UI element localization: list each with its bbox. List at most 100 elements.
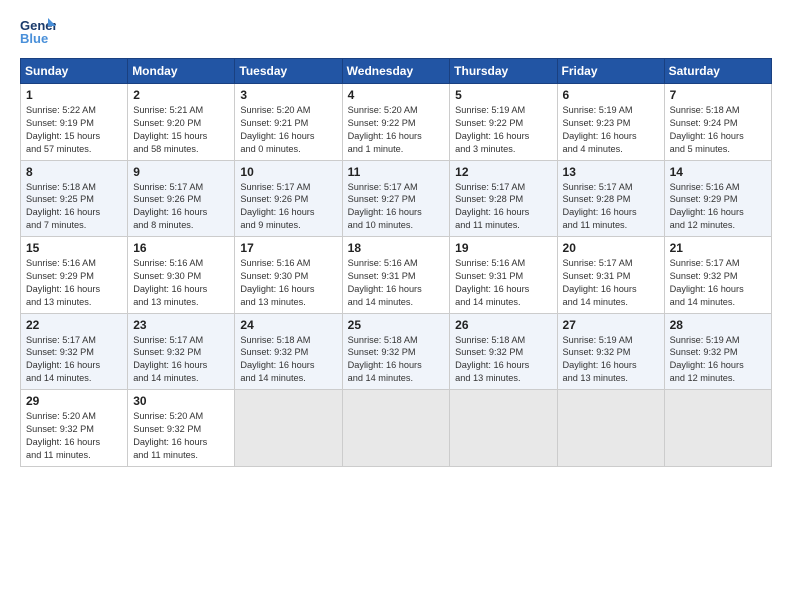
day-number: 24 — [240, 318, 336, 332]
calendar-cell: 9 Sunrise: 5:17 AM Sunset: 9:26 PM Daylig… — [128, 160, 235, 237]
day-info: Sunrise: 5:17 AM Sunset: 9:28 PM Dayligh… — [455, 181, 551, 233]
day-number: 9 — [133, 165, 229, 179]
day-number: 15 — [26, 241, 122, 255]
calendar-week-row: 8Sunrise: 5:18 AM Sunset: 9:25 PM Daylig… — [21, 160, 772, 237]
day-info: Sunrise: 5:16 AM Sunset: 9:31 PM Dayligh… — [348, 257, 445, 309]
calendar-cell — [450, 390, 557, 467]
day-number: 23 — [133, 318, 229, 332]
calendar-cell — [235, 390, 342, 467]
day-info: Sunrise: 5:19 AM Sunset: 9:32 PM Dayligh… — [670, 334, 766, 386]
day-number: 22 — [26, 318, 122, 332]
calendar-cell: 14 Sunrise: 5:16 AM Sunset: 9:29 PM Dayli… — [664, 160, 771, 237]
calendar-cell: 4 Sunrise: 5:20 AM Sunset: 9:22 PM Daylig… — [342, 84, 450, 161]
calendar-week-row: 15 Sunrise: 5:16 AM Sunset: 9:29 PM Dayli… — [21, 237, 772, 314]
day-info: Sunrise: 5:17 AM Sunset: 9:32 PM Dayligh… — [133, 334, 229, 386]
calendar-cell: 11 Sunrise: 5:17 AM Sunset: 9:27 PM Dayli… — [342, 160, 450, 237]
calendar-cell: 8Sunrise: 5:18 AM Sunset: 9:25 PM Daylig… — [21, 160, 128, 237]
day-number: 29 — [26, 394, 122, 408]
day-info: Sunrise: 5:20 AM Sunset: 9:32 PM Dayligh… — [133, 410, 229, 462]
calendar-cell: 27 Sunrise: 5:19 AM Sunset: 9:32 PM Dayli… — [557, 313, 664, 390]
day-info: Sunrise: 5:19 AM Sunset: 9:22 PM Dayligh… — [455, 104, 551, 156]
day-number: 25 — [348, 318, 445, 332]
calendar-table: SundayMondayTuesdayWednesdayThursdayFrid… — [20, 58, 772, 467]
calendar-cell: 26 Sunrise: 5:18 AM Sunset: 9:32 PM Dayli… — [450, 313, 557, 390]
day-number: 26 — [455, 318, 551, 332]
calendar-cell: 30Sunrise: 5:20 AM Sunset: 9:32 PM Dayli… — [128, 390, 235, 467]
day-number: 19 — [455, 241, 551, 255]
weekday-header: Friday — [557, 59, 664, 84]
calendar-week-row: 29 Sunrise: 5:20 AM Sunset: 9:32 PM Dayli… — [21, 390, 772, 467]
day-info: Sunrise: 5:20 AM Sunset: 9:22 PM Dayligh… — [348, 104, 445, 156]
calendar-cell: 22 Sunrise: 5:17 AM Sunset: 9:32 PM Dayli… — [21, 313, 128, 390]
weekday-header: Thursday — [450, 59, 557, 84]
day-info: Sunrise: 5:17 AM Sunset: 9:32 PM Dayligh… — [26, 334, 122, 386]
day-info: Sunrise: 5:18 AM Sunset: 9:24 PM Dayligh… — [670, 104, 766, 156]
day-number: 3 — [240, 88, 336, 102]
logo: General Blue — [20, 16, 56, 46]
day-info: Sunrise: 5:21 AM Sunset: 9:20 PM Dayligh… — [133, 104, 229, 156]
day-number: 12 — [455, 165, 551, 179]
calendar-cell: 1 Sunrise: 5:22 AM Sunset: 9:19 PM Daylig… — [21, 84, 128, 161]
calendar-cell: 25 Sunrise: 5:18 AM Sunset: 9:32 PM Dayli… — [342, 313, 450, 390]
day-number: 8 — [26, 165, 122, 179]
weekday-header: Saturday — [664, 59, 771, 84]
day-info: Sunrise: 5:16 AM Sunset: 9:30 PM Dayligh… — [133, 257, 229, 309]
day-info: Sunrise: 5:17 AM Sunset: 9:31 PM Dayligh… — [563, 257, 659, 309]
calendar-week-row: 22 Sunrise: 5:17 AM Sunset: 9:32 PM Dayli… — [21, 313, 772, 390]
day-info: Sunrise: 5:19 AM Sunset: 9:32 PM Dayligh… — [563, 334, 659, 386]
day-number: 5 — [455, 88, 551, 102]
calendar-cell: 5 Sunrise: 5:19 AM Sunset: 9:22 PM Daylig… — [450, 84, 557, 161]
calendar-cell: 24Sunrise: 5:18 AM Sunset: 9:32 PM Dayli… — [235, 313, 342, 390]
day-number: 14 — [670, 165, 766, 179]
calendar-cell: 2 Sunrise: 5:21 AM Sunset: 9:20 PM Daylig… — [128, 84, 235, 161]
day-info: Sunrise: 5:17 AM Sunset: 9:28 PM Dayligh… — [563, 181, 659, 233]
header: General Blue — [20, 16, 772, 46]
calendar-cell: 18 Sunrise: 5:16 AM Sunset: 9:31 PM Dayli… — [342, 237, 450, 314]
day-number: 18 — [348, 241, 445, 255]
day-number: 16 — [133, 241, 229, 255]
calendar-cell: 10 Sunrise: 5:17 AM Sunset: 9:26 PM Dayli… — [235, 160, 342, 237]
day-info: Sunrise: 5:20 AM Sunset: 9:21 PM Dayligh… — [240, 104, 336, 156]
day-number: 21 — [670, 241, 766, 255]
calendar-cell: 16 Sunrise: 5:16 AM Sunset: 9:30 PM Dayli… — [128, 237, 235, 314]
day-number: 27 — [563, 318, 659, 332]
day-info: Sunrise: 5:19 AM Sunset: 9:23 PM Dayligh… — [563, 104, 659, 156]
day-number: 20 — [563, 241, 659, 255]
weekday-header: Wednesday — [342, 59, 450, 84]
calendar-cell: 28 Sunrise: 5:19 AM Sunset: 9:32 PM Dayli… — [664, 313, 771, 390]
day-info: Sunrise: 5:16 AM Sunset: 9:29 PM Dayligh… — [26, 257, 122, 309]
calendar-cell — [557, 390, 664, 467]
calendar-cell: 12 Sunrise: 5:17 AM Sunset: 9:28 PM Dayli… — [450, 160, 557, 237]
day-info: Sunrise: 5:20 AM Sunset: 9:32 PM Dayligh… — [26, 410, 122, 462]
day-number: 28 — [670, 318, 766, 332]
calendar-week-row: 1 Sunrise: 5:22 AM Sunset: 9:19 PM Daylig… — [21, 84, 772, 161]
day-number: 4 — [348, 88, 445, 102]
day-info: Sunrise: 5:22 AM Sunset: 9:19 PM Dayligh… — [26, 104, 122, 156]
calendar-cell: 29 Sunrise: 5:20 AM Sunset: 9:32 PM Dayli… — [21, 390, 128, 467]
calendar-cell: 19 Sunrise: 5:16 AM Sunset: 9:31 PM Dayli… — [450, 237, 557, 314]
svg-text:Blue: Blue — [20, 31, 48, 46]
day-info: Sunrise: 5:17 AM Sunset: 9:26 PM Dayligh… — [133, 181, 229, 233]
day-info: Sunrise: 5:17 AM Sunset: 9:32 PM Dayligh… — [670, 257, 766, 309]
calendar-cell — [342, 390, 450, 467]
calendar-cell: 23 Sunrise: 5:17 AM Sunset: 9:32 PM Dayli… — [128, 313, 235, 390]
day-info: Sunrise: 5:18 AM Sunset: 9:32 PM Dayligh… — [455, 334, 551, 386]
day-info: Sunrise: 5:16 AM Sunset: 9:29 PM Dayligh… — [670, 181, 766, 233]
day-info: Sunrise: 5:18 AM Sunset: 9:32 PM Dayligh… — [348, 334, 445, 386]
day-number: 2 — [133, 88, 229, 102]
day-info: Sunrise: 5:16 AM Sunset: 9:31 PM Dayligh… — [455, 257, 551, 309]
page: General Blue SundayMondayTuesdayWednesda… — [0, 0, 792, 612]
calendar-cell — [664, 390, 771, 467]
calendar-cell: 15 Sunrise: 5:16 AM Sunset: 9:29 PM Dayli… — [21, 237, 128, 314]
day-number: 17 — [240, 241, 336, 255]
logo-icon: General Blue — [20, 16, 56, 46]
weekday-header: Sunday — [21, 59, 128, 84]
calendar-cell: 6Sunrise: 5:19 AM Sunset: 9:23 PM Daylig… — [557, 84, 664, 161]
day-info: Sunrise: 5:17 AM Sunset: 9:26 PM Dayligh… — [240, 181, 336, 233]
day-number: 1 — [26, 88, 122, 102]
day-info: Sunrise: 5:17 AM Sunset: 9:27 PM Dayligh… — [348, 181, 445, 233]
day-number: 11 — [348, 165, 445, 179]
day-number: 7 — [670, 88, 766, 102]
day-number: 13 — [563, 165, 659, 179]
day-number: 10 — [240, 165, 336, 179]
